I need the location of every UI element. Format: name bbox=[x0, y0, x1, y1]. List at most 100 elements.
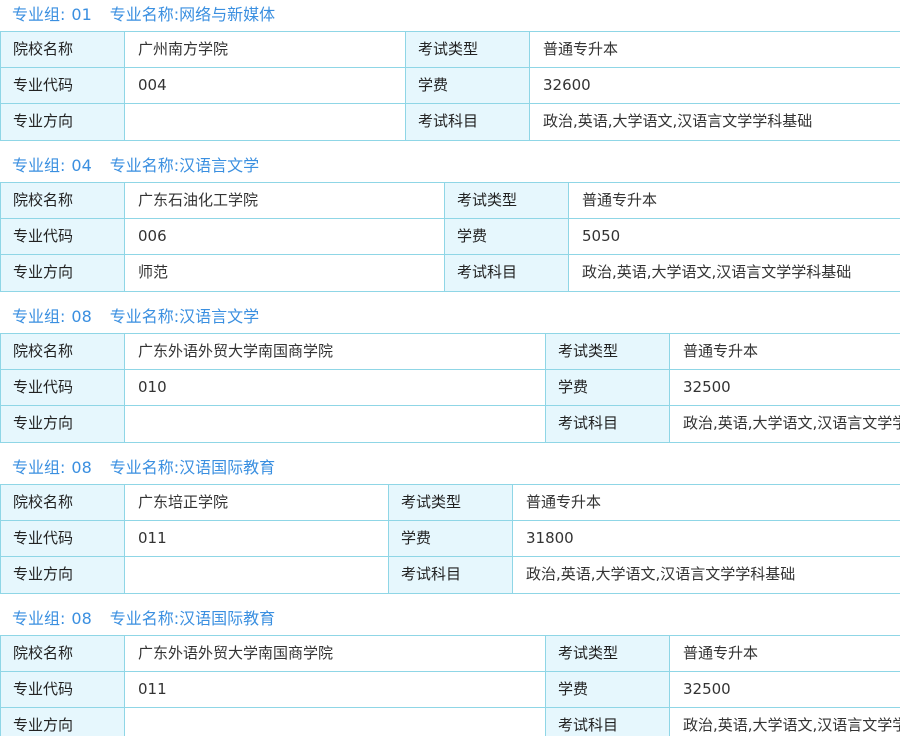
table-row: 专业代码 011 学费 32500 bbox=[1, 672, 900, 708]
major-name: 网络与新媒体 bbox=[179, 5, 276, 24]
major-name: 汉语言文学 bbox=[179, 156, 260, 175]
major-name-label: 专业名称: bbox=[109, 458, 180, 477]
major-name: 汉语国际教育 bbox=[179, 458, 276, 477]
table-row: 专业方向 考试科目 政治,英语,大学语文,汉语言文学学科基础 bbox=[1, 406, 900, 442]
exam-type-value: 普通专升本 bbox=[670, 636, 900, 671]
major-code-label: 专业代码 bbox=[1, 521, 125, 556]
exam-subjects-value: 政治,英语,大学语文,汉语言文学学科基础 bbox=[569, 255, 900, 291]
group-heading: 专业组: 08 专业名称:汉语言文学 bbox=[12, 306, 259, 328]
school-label: 院校名称 bbox=[1, 334, 125, 369]
group-heading: 专业组: 01 专业名称:网络与新媒体 bbox=[12, 4, 275, 26]
direction-label: 专业方向 bbox=[1, 406, 125, 442]
major-info-table: 院校名称 广东石油化工学院 考试类型 普通专升本 专业代码 006 学费 505… bbox=[0, 182, 900, 292]
major-list-page: 专业组: 01 专业名称:网络与新媒体 院校名称 广州南方学院 考试类型 普通专升本… bbox=[0, 0, 900, 736]
exam-type-label: 考试类型 bbox=[546, 636, 670, 671]
major-code-label: 专业代码 bbox=[1, 219, 125, 254]
school-label: 院校名称 bbox=[1, 636, 125, 671]
major-name: 汉语言文学 bbox=[179, 307, 260, 326]
major-code-value: 011 bbox=[125, 672, 546, 707]
table-row: 专业代码 011 学费 31800 bbox=[1, 521, 900, 557]
table-row: 专业方向 考试科目 政治,英语,大学语文,汉语言文学学科基础 bbox=[1, 104, 900, 140]
school-value: 广东培正学院 bbox=[125, 485, 389, 520]
direction-value: 师范 bbox=[125, 255, 445, 291]
direction-value bbox=[125, 708, 546, 736]
exam-type-label: 考试类型 bbox=[406, 32, 530, 67]
direction-label: 专业方向 bbox=[1, 557, 125, 593]
group-number: 04 bbox=[71, 156, 92, 175]
major-name-label: 专业名称: bbox=[109, 609, 180, 628]
school-label: 院校名称 bbox=[1, 183, 125, 218]
school-value: 广州南方学院 bbox=[125, 32, 406, 67]
major-name-label: 专业名称: bbox=[109, 156, 180, 175]
group-number: 08 bbox=[71, 307, 92, 326]
exam-subjects-label: 考试科目 bbox=[389, 557, 513, 593]
major-name: 汉语国际教育 bbox=[179, 609, 276, 628]
direction-label: 专业方向 bbox=[1, 708, 125, 736]
major-name-label: 专业名称: bbox=[109, 307, 180, 326]
exam-subjects-label: 考试科目 bbox=[406, 104, 530, 140]
group-label: 专业组: bbox=[12, 156, 66, 175]
tuition-value: 32500 bbox=[670, 672, 900, 707]
group-label: 专业组: bbox=[12, 5, 66, 24]
table-row: 院校名称 广东外语外贸大学南国商学院 考试类型 普通专升本 bbox=[1, 334, 900, 370]
exam-subjects-label: 考试科目 bbox=[445, 255, 569, 291]
group-label: 专业组: bbox=[12, 307, 66, 326]
table-row: 院校名称 广东培正学院 考试类型 普通专升本 bbox=[1, 485, 900, 521]
table-row: 专业方向 考试科目 政治,英语,大学语文,汉语言文学学科基础 bbox=[1, 708, 900, 736]
exam-subjects-value: 政治,英语,大学语文,汉语言文学学科基础 bbox=[513, 557, 900, 593]
group-heading: 专业组: 08 专业名称:汉语国际教育 bbox=[12, 608, 275, 630]
exam-type-value: 普通专升本 bbox=[670, 334, 900, 369]
table-row: 专业代码 010 学费 32500 bbox=[1, 370, 900, 406]
exam-subjects-value: 政治,英语,大学语文,汉语言文学学科基础 bbox=[670, 708, 900, 736]
table-row: 院校名称 广州南方学院 考试类型 普通专升本 bbox=[1, 32, 900, 68]
tuition-label: 学费 bbox=[406, 68, 530, 103]
table-row: 专业代码 006 学费 5050 bbox=[1, 219, 900, 255]
group-heading: 专业组: 04 专业名称:汉语言文学 bbox=[12, 155, 259, 177]
school-value: 广东外语外贸大学南国商学院 bbox=[125, 334, 546, 369]
exam-subjects-value: 政治,英语,大学语文,汉语言文学学科基础 bbox=[670, 406, 900, 442]
exam-subjects-value: 政治,英语,大学语文,汉语言文学学科基础 bbox=[530, 104, 900, 140]
tuition-value: 5050 bbox=[569, 219, 900, 254]
exam-type-value: 普通专升本 bbox=[513, 485, 900, 520]
tuition-label: 学费 bbox=[546, 370, 670, 405]
major-info-table: 院校名称 广东培正学院 考试类型 普通专升本 专业代码 011 学费 31800… bbox=[0, 484, 900, 594]
school-value: 广东外语外贸大学南国商学院 bbox=[125, 636, 546, 671]
major-code-label: 专业代码 bbox=[1, 672, 125, 707]
tuition-label: 学费 bbox=[445, 219, 569, 254]
exam-type-value: 普通专升本 bbox=[569, 183, 900, 218]
tuition-label: 学费 bbox=[389, 521, 513, 556]
exam-subjects-label: 考试科目 bbox=[546, 406, 670, 442]
major-info-table: 院校名称 广州南方学院 考试类型 普通专升本 专业代码 004 学费 32600… bbox=[0, 31, 900, 141]
exam-type-label: 考试类型 bbox=[546, 334, 670, 369]
exam-type-value: 普通专升本 bbox=[530, 32, 900, 67]
major-code-value: 004 bbox=[125, 68, 406, 103]
direction-label: 专业方向 bbox=[1, 255, 125, 291]
major-code-label: 专业代码 bbox=[1, 68, 125, 103]
direction-value bbox=[125, 557, 389, 593]
table-row: 专业方向 考试科目 政治,英语,大学语文,汉语言文学学科基础 bbox=[1, 557, 900, 593]
tuition-value: 32500 bbox=[670, 370, 900, 405]
exam-type-label: 考试类型 bbox=[389, 485, 513, 520]
group-label: 专业组: bbox=[12, 458, 66, 477]
tuition-value: 32600 bbox=[530, 68, 900, 103]
table-row: 专业方向 师范 考试科目 政治,英语,大学语文,汉语言文学学科基础 bbox=[1, 255, 900, 291]
exam-type-label: 考试类型 bbox=[445, 183, 569, 218]
school-label: 院校名称 bbox=[1, 32, 125, 67]
major-code-value: 006 bbox=[125, 219, 445, 254]
group-label: 专业组: bbox=[12, 609, 66, 628]
group-number: 08 bbox=[71, 609, 92, 628]
tuition-label: 学费 bbox=[546, 672, 670, 707]
major-info-table: 院校名称 广东外语外贸大学南国商学院 考试类型 普通专升本 专业代码 010 学… bbox=[0, 333, 900, 443]
major-code-value: 010 bbox=[125, 370, 546, 405]
table-row: 专业代码 004 学费 32600 bbox=[1, 68, 900, 104]
tuition-value: 31800 bbox=[513, 521, 900, 556]
table-row: 院校名称 广东外语外贸大学南国商学院 考试类型 普通专升本 bbox=[1, 636, 900, 672]
exam-subjects-label: 考试科目 bbox=[546, 708, 670, 736]
direction-value bbox=[125, 406, 546, 442]
major-code-label: 专业代码 bbox=[1, 370, 125, 405]
group-heading: 专业组: 08 专业名称:汉语国际教育 bbox=[12, 457, 275, 479]
major-name-label: 专业名称: bbox=[109, 5, 180, 24]
school-label: 院校名称 bbox=[1, 485, 125, 520]
school-value: 广东石油化工学院 bbox=[125, 183, 445, 218]
table-row: 院校名称 广东石油化工学院 考试类型 普通专升本 bbox=[1, 183, 900, 219]
